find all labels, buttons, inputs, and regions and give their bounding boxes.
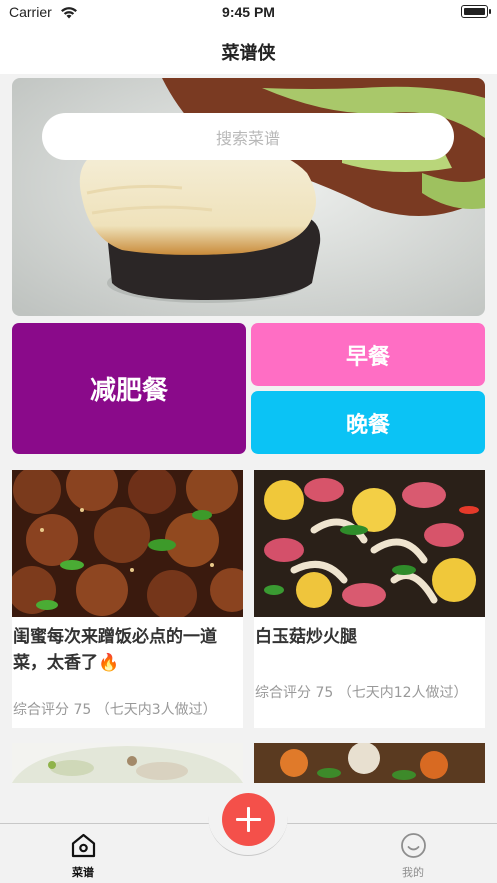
- category-diet-button[interactable]: 减肥餐: [12, 323, 246, 454]
- home-icon: [71, 833, 95, 858]
- tab-mine-label: 我的: [402, 866, 424, 879]
- smile-icon: [400, 833, 426, 858]
- recipe-rating: 综合评分 75 （七天内3人做过）: [13, 702, 217, 718]
- tab-recipes-label: 菜谱: [72, 866, 94, 879]
- category-breakfast-button[interactable]: 早餐: [251, 323, 485, 386]
- recipe-rating: 综合评分 75 （七天内12人做过）: [255, 685, 468, 701]
- category-dinner-button[interactable]: 晚餐: [251, 391, 485, 454]
- recipe-image-partial[interactable]: [12, 743, 243, 783]
- search-input[interactable]: 搜索菜谱: [42, 113, 454, 160]
- tab-mine[interactable]: 我的: [383, 832, 443, 880]
- add-recipe-button[interactable]: [222, 793, 275, 846]
- tab-recipes[interactable]: 菜谱: [53, 832, 113, 880]
- status-bar: Carrier 9:45 PM: [0, 0, 497, 26]
- nav-bar: 菜谱侠: [0, 26, 497, 74]
- battery-cap: [489, 9, 491, 14]
- recipe-title: 白玉菇炒火腿: [255, 627, 357, 647]
- battery-icon: [461, 5, 488, 18]
- status-time: 9:45 PM: [222, 4, 275, 20]
- recipe-image-partial[interactable]: [254, 743, 485, 783]
- recipe-title: 闺蜜每次来蹭饭必点的一道菜，太香了🔥: [13, 627, 217, 673]
- recipe-image: [254, 470, 485, 617]
- recipe-card[interactable]: 白玉菇炒火腿 综合评分 75 （七天内12人做过）: [254, 470, 485, 728]
- recipe-image: [12, 470, 243, 617]
- recipe-card[interactable]: 闺蜜每次来蹭饭必点的一道菜，太香了🔥 综合评分 75 （七天内3人做过）: [12, 470, 243, 728]
- search-placeholder: 搜索菜谱: [215, 128, 280, 148]
- page-title: 菜谱侠: [221, 43, 276, 64]
